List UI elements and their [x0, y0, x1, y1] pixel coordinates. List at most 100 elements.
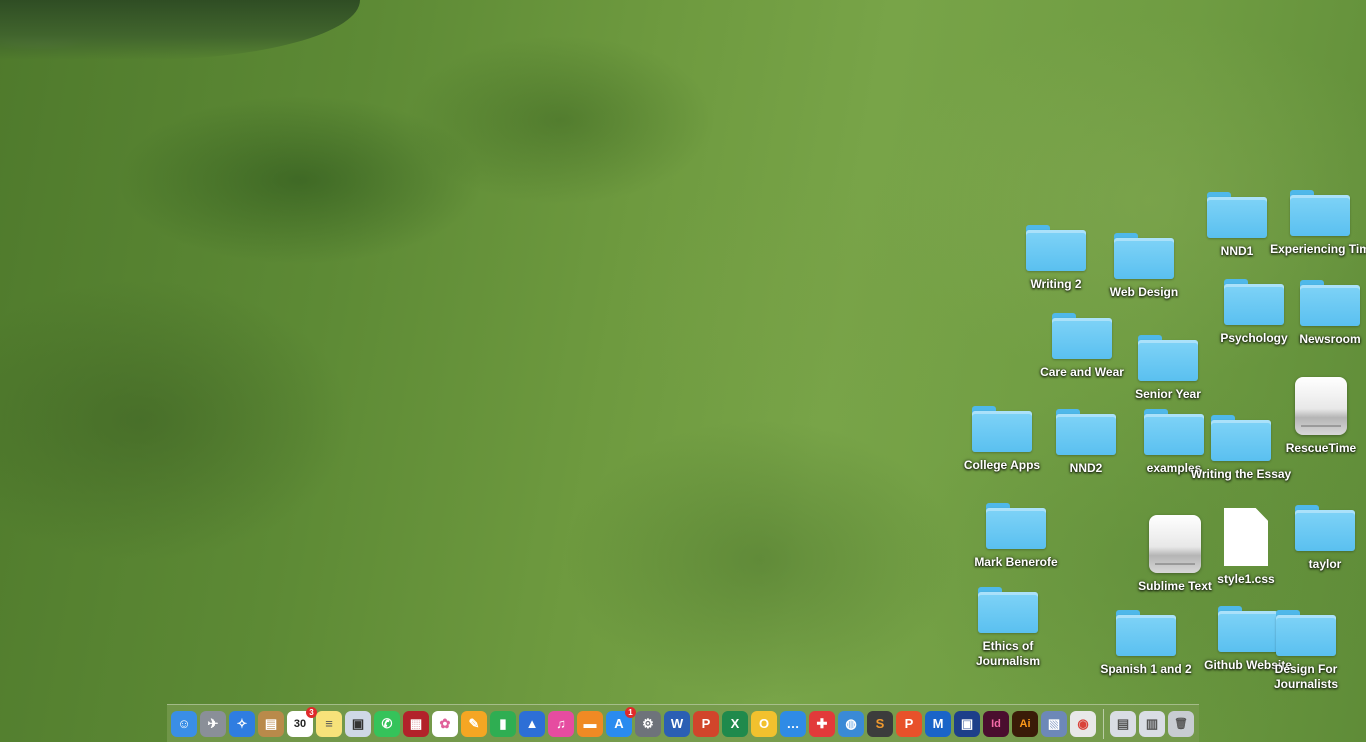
dock-apps: ☺ ✈ ✧ ▤ 30 3 ≡ ▣ ✆ ▦ ✿ ✎ ▮ ▲ ♫ ▬ A 1 ⚙ W P X O … ✚ ◍ S P M ▣ Id Ai ▧ ◉ — [171, 706, 1099, 737]
dock-separator — [1103, 708, 1104, 739]
dock-glyph: ▬ — [583, 716, 597, 731]
folder-icon — [986, 503, 1046, 549]
dock-glyph: … — [786, 716, 800, 731]
dock-glyph: ▦ — [409, 715, 423, 731]
app-store-icon[interactable]: A1 — [606, 706, 636, 737]
icon-label: Web Design — [1109, 285, 1179, 299]
desktop-folder-spanish-1-and-2[interactable]: Spanish 1 and 2 — [1091, 610, 1201, 677]
keynote-icon[interactable]: ▲ — [519, 710, 545, 737]
dock-glyph: ✚ — [816, 715, 828, 731]
malwarebytes-icon[interactable]: M — [925, 710, 951, 737]
trash-icon[interactable]: 🗑 — [1168, 710, 1194, 737]
messages-icon[interactable]: ✆ — [374, 710, 400, 737]
dock-glyph: Ai — [1019, 717, 1031, 730]
icon-label: Ethics of Journalism — [975, 639, 1041, 668]
folder-icon — [1290, 190, 1350, 236]
finder-icon[interactable]: ☺ — [171, 710, 197, 737]
dock-glyph: ▣ — [960, 715, 974, 731]
word-icon[interactable]: W — [664, 710, 690, 737]
desktop-folder-mark-benerofe[interactable]: Mark Benerofe — [961, 503, 1071, 570]
screen-capture-icon[interactable]: ▣ — [954, 710, 980, 737]
icon-label: RescueTime — [1285, 441, 1357, 455]
photos-icon[interactable]: ✿ — [432, 710, 458, 737]
pages-icon[interactable]: ✎ — [461, 710, 487, 737]
preview-icon[interactable]: ▣ — [345, 710, 371, 737]
ibooks-icon[interactable]: ▬ — [577, 710, 603, 737]
notes-icon[interactable]: ≡ — [316, 710, 342, 737]
launchpad-icon[interactable]: ✈ — [200, 710, 226, 737]
folder-icon — [1026, 225, 1086, 271]
desktop-folder-experiencing-tim[interactable]: Experiencing Tim — [1265, 190, 1366, 257]
photos-folder-icon[interactable]: ▧ — [1041, 710, 1067, 737]
desktop-folder-writing-the-essay[interactable]: Writing the Essay — [1186, 415, 1296, 482]
dock-glyph: O — [758, 716, 770, 731]
dock-glyph: M — [932, 716, 944, 731]
system-preferences-icon[interactable]: ⚙ — [635, 710, 661, 737]
dock-glyph: 30 — [293, 717, 307, 730]
vectorize-icon[interactable]: ✚ — [809, 710, 835, 737]
excel-icon[interactable]: X — [722, 710, 748, 737]
icon-label: NND1 — [1220, 244, 1254, 258]
photo-booth-icon[interactable]: ▦ — [403, 710, 429, 737]
desktop-folder-senior-year[interactable]: Senior Year — [1113, 335, 1223, 402]
icon-label: Writing 2 — [1030, 277, 1082, 291]
calendar-icon[interactable]: 30 3 — [287, 706, 317, 737]
dock-glyph: X — [730, 716, 740, 731]
dock-glyph: ✆ — [381, 715, 393, 731]
pinterest-icon[interactable]: P — [896, 710, 922, 737]
dock-glyph: 🗑 — [1174, 718, 1188, 730]
dock-glyph: Id — [991, 717, 1001, 730]
dock-glyph: ▣ — [351, 715, 365, 731]
dock-glyph: ♫ — [556, 716, 566, 731]
dock-glyph: ▥ — [1145, 715, 1159, 731]
desktop-folder-web-design[interactable]: Web Design — [1089, 233, 1199, 300]
documents-stack-icon[interactable]: ▥ — [1139, 710, 1165, 737]
dock-glyph: ✧ — [236, 715, 248, 731]
folder-icon — [978, 587, 1038, 633]
itunes-icon[interactable]: ♫ — [548, 710, 574, 737]
dock-glyph: ✈ — [207, 715, 219, 731]
dock-glyph: ▧ — [1047, 715, 1061, 731]
icon-label: College Apps — [963, 458, 1041, 472]
desktop-folder-taylor[interactable]: taylor — [1270, 505, 1366, 572]
icon-label: Spanish 1 and 2 — [1100, 662, 1192, 676]
icon-label: Design For Journalists — [1273, 662, 1339, 691]
desktop-folder-ethics-of-journalism[interactable]: Ethics of Journalism — [953, 587, 1063, 669]
powerpoint-icon[interactable]: P — [693, 710, 719, 737]
dock-glyph: ◉ — [1077, 715, 1089, 731]
downloads-stack-icon[interactable]: ▤ — [1110, 710, 1136, 737]
icon-label: Experiencing Tim — [1270, 242, 1366, 256]
folder-icon — [1300, 280, 1360, 326]
indesign-icon[interactable]: Id — [983, 710, 1009, 737]
notefile-icon[interactable]: ▤ — [258, 710, 284, 737]
dock-glyph: ▤ — [264, 715, 278, 731]
dock-glyph: ⚙ — [642, 715, 654, 731]
folder-icon — [1207, 192, 1267, 238]
desktop-folder-design-for-journalists[interactable]: Design For Journalists — [1256, 610, 1356, 692]
chrome-icon[interactable]: ◉ — [1070, 710, 1096, 737]
icon-label: Care and Wear — [1040, 365, 1124, 379]
dock: ☺ ✈ ✧ ▤ 30 3 ≡ ▣ ✆ ▦ ✿ ✎ ▮ ▲ ♫ ▬ A 1 ⚙ W P X O … ✚ ◍ S P M ▣ Id Ai ▧ ◉ ▤ ▥… — [167, 704, 1199, 742]
dock-glyph: ◍ — [845, 715, 857, 731]
outlook-icon[interactable]: O — [751, 710, 777, 737]
icon-label: style1.css — [1217, 572, 1275, 586]
icon-label: Writing the Essay — [1190, 467, 1292, 481]
desktop-folder-newsroom[interactable]: Newsroom — [1275, 280, 1366, 347]
globe-icon[interactable]: ◍ — [838, 710, 864, 737]
dock-glyph: P — [701, 716, 711, 731]
icon-label: NND2 — [1069, 461, 1103, 475]
dock-glyph: P — [904, 716, 914, 731]
desktop-wallpaper: NND1 Experiencing Tim Writing 2 Web Desi… — [0, 0, 1366, 742]
dock-glyph: ▮ — [499, 715, 507, 731]
messenger-icon[interactable]: … — [780, 710, 806, 737]
dock-glyph: A — [614, 716, 624, 731]
sublime-text-icon[interactable]: S — [867, 710, 893, 737]
folder-icon — [972, 406, 1032, 452]
numbers-icon[interactable]: ▮ — [490, 710, 516, 737]
drive-icon — [1295, 377, 1347, 435]
dock-glyph: ≡ — [325, 716, 333, 731]
illustrator-icon[interactable]: Ai — [1012, 710, 1038, 737]
safari-icon[interactable]: ✧ — [229, 710, 255, 737]
dock-glyph: ▤ — [1116, 715, 1130, 731]
dock-glyph: ✿ — [439, 715, 451, 731]
